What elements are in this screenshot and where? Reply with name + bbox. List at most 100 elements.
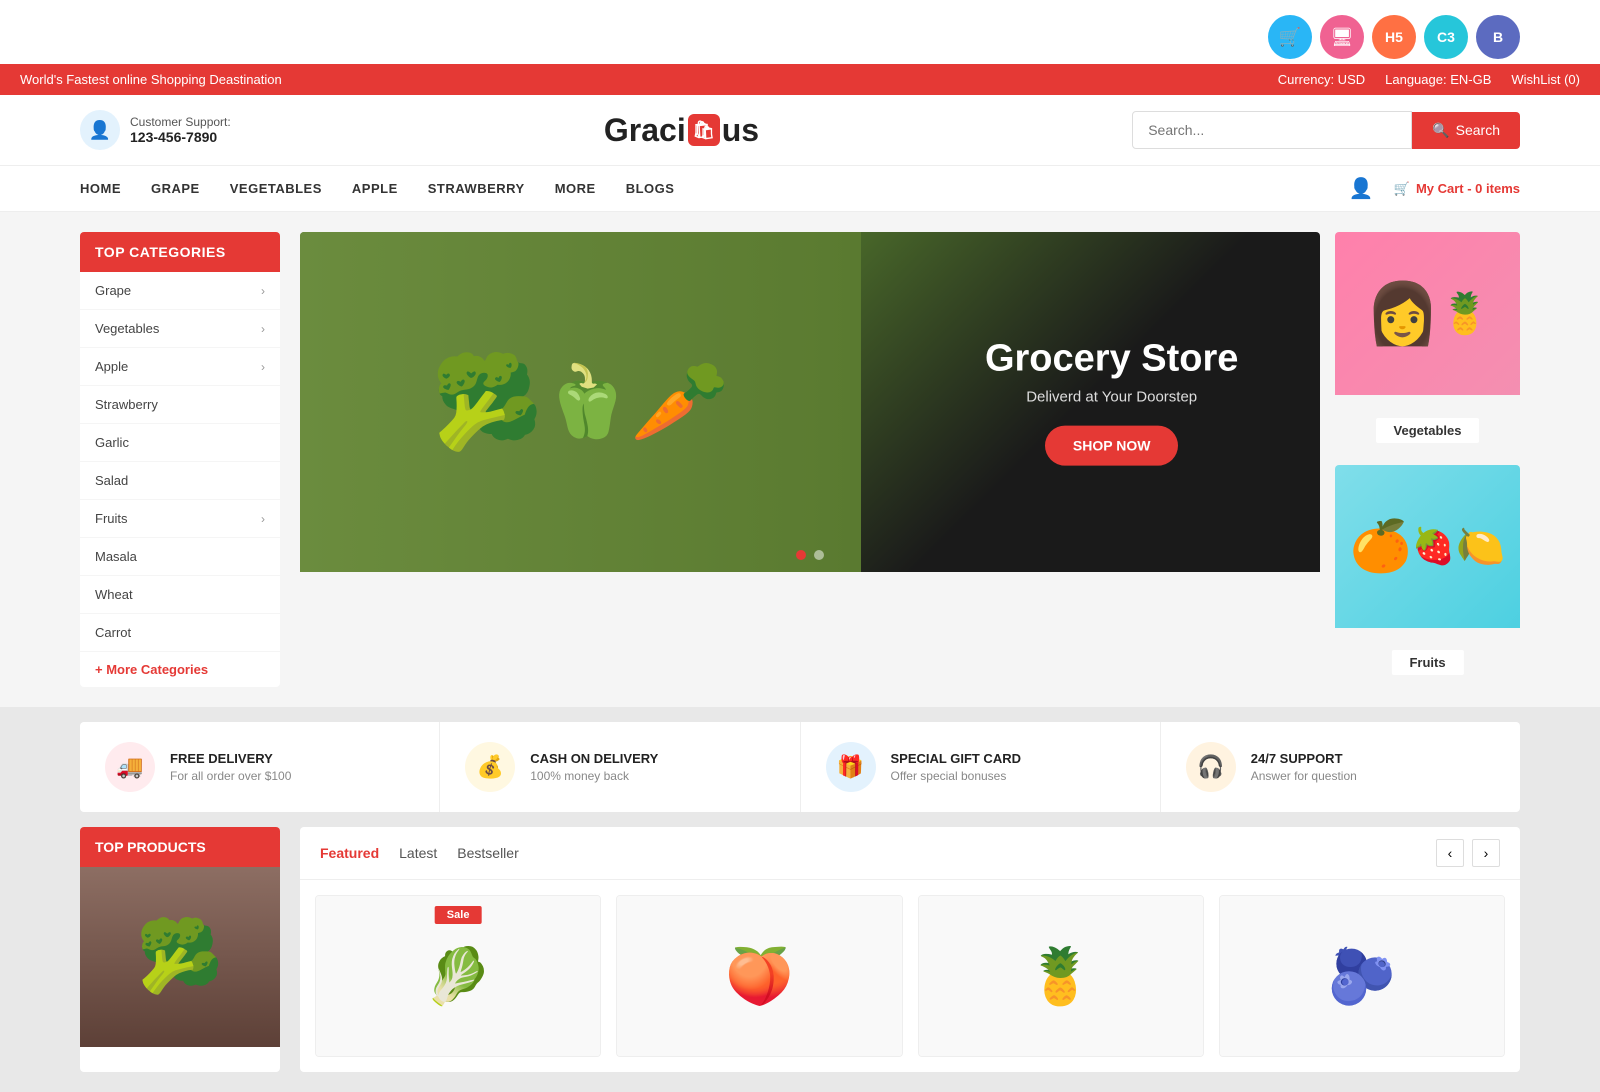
sidebar-item-masala[interactable]: Masala bbox=[80, 538, 280, 576]
feature-desc: 100% money back bbox=[530, 769, 658, 783]
sidebar-item-vegetables[interactable]: Vegetables › bbox=[80, 310, 280, 348]
feature-gift-card: 🎁 SPECIAL GIFT CARD Offer special bonuse… bbox=[801, 722, 1161, 812]
feature-desc: Offer special bonuses bbox=[891, 769, 1022, 783]
nav-home[interactable]: HOME bbox=[80, 166, 121, 211]
gift-card-icon: 🎁 bbox=[826, 742, 876, 792]
hero-text-area: Grocery Store Deliverd at Your Doorstep … bbox=[985, 339, 1238, 466]
sidebar-item-salad[interactable]: Salad bbox=[80, 462, 280, 500]
sidebar-item-fruits[interactable]: Fruits › bbox=[80, 500, 280, 538]
cash-delivery-icon: 💰 bbox=[465, 742, 515, 792]
product-card-1[interactable]: Sale 🥬 bbox=[315, 895, 601, 1057]
support-icon: 👤 bbox=[80, 110, 120, 150]
more-categories-label: + More Categories bbox=[95, 662, 208, 677]
cart-label: My Cart - 0 items bbox=[1416, 181, 1520, 196]
products-tabs-bar: Featured Latest Bestseller ‹ › bbox=[300, 827, 1520, 880]
search-bar: 🔍 Search bbox=[1132, 111, 1520, 149]
feature-title: CASH ON DELIVERY bbox=[530, 751, 658, 766]
support-feature-icon: 🎧 bbox=[1186, 742, 1236, 792]
product-card-2[interactable]: 🍑 bbox=[616, 895, 902, 1057]
side-banner-vegetables[interactable]: 👩 🍍 Vegetables bbox=[1335, 232, 1520, 455]
top-bar-right: Currency: USD Language: EN-GB WishList (… bbox=[1278, 72, 1580, 87]
more-categories-link[interactable]: + More Categories bbox=[80, 652, 280, 687]
product-card-3[interactable]: 🍍 bbox=[918, 895, 1204, 1057]
sidebar-item-label: Carrot bbox=[95, 625, 131, 640]
nav-vegetables[interactable]: VEGETABLES bbox=[230, 166, 322, 211]
feature-text: FREE DELIVERY For all order over $100 bbox=[170, 751, 291, 783]
support-label: Customer Support: bbox=[130, 115, 231, 129]
feature-title: 24/7 SUPPORT bbox=[1251, 751, 1357, 766]
nav-apple[interactable]: APPLE bbox=[352, 166, 398, 211]
tab-next-button[interactable]: › bbox=[1472, 839, 1500, 867]
icon-cart-circle[interactable]: 🛒 bbox=[1268, 15, 1312, 59]
sidebar-item-label: Apple bbox=[95, 359, 128, 374]
cart-icon: 🛒 bbox=[1394, 181, 1410, 197]
side-banner-vegetables-label: Vegetables bbox=[1376, 418, 1480, 443]
search-button-label: Search bbox=[1456, 122, 1500, 138]
product-image-4: 🫐 bbox=[1220, 896, 1504, 1056]
sidebar-item-grape[interactable]: Grape › bbox=[80, 272, 280, 310]
feature-desc: For all order over $100 bbox=[170, 769, 291, 783]
sidebar-item-garlic[interactable]: Garlic bbox=[80, 424, 280, 462]
user-account-icon[interactable]: 👤 bbox=[1349, 176, 1374, 201]
site-logo[interactable]: Graci 🛍 us bbox=[604, 112, 759, 149]
features-bar: 🚚 FREE DELIVERY For all order over $100 … bbox=[80, 722, 1520, 812]
icon-html-circle[interactable]: H5 bbox=[1372, 15, 1416, 59]
icon-css-circle[interactable]: C3 bbox=[1424, 15, 1468, 59]
tab-latest[interactable]: Latest bbox=[399, 845, 437, 861]
tab-featured[interactable]: Featured bbox=[320, 845, 379, 861]
tab-bestseller[interactable]: Bestseller bbox=[457, 845, 518, 861]
sidebar-item-wheat[interactable]: Wheat bbox=[80, 576, 280, 614]
top-products-sidebar: TOP PRODUCTS 🥦 bbox=[80, 827, 280, 1072]
feature-text: 24/7 SUPPORT Answer for question bbox=[1251, 751, 1357, 783]
icon-monitor-circle[interactable]: 🖥 bbox=[1320, 15, 1364, 59]
sidebar-item-apple[interactable]: Apple › bbox=[80, 348, 280, 386]
search-button[interactable]: 🔍 Search bbox=[1412, 112, 1520, 149]
logo-name-start: Graci bbox=[604, 112, 686, 149]
feature-free-delivery: 🚚 FREE DELIVERY For all order over $100 bbox=[80, 722, 440, 812]
feature-cash-delivery: 💰 CASH ON DELIVERY 100% money back bbox=[440, 722, 800, 812]
icon-bootstrap-circle[interactable]: B bbox=[1476, 15, 1520, 59]
sidebar-item-strawberry[interactable]: Strawberry bbox=[80, 386, 280, 424]
products-grid: Sale 🥬 🍑 🍍 🫐 bbox=[300, 880, 1520, 1072]
cart-button[interactable]: 🛒 My Cart - 0 items bbox=[1394, 181, 1520, 197]
wishlist-link[interactable]: WishList (0) bbox=[1511, 72, 1580, 87]
nav-right: 👤 🛒 My Cart - 0 items bbox=[1349, 176, 1520, 201]
sale-badge: Sale bbox=[435, 906, 482, 924]
sidebar-item-label: Salad bbox=[95, 473, 128, 488]
hero-subtitle: Deliverd at Your Doorstep bbox=[985, 388, 1238, 405]
search-input[interactable] bbox=[1132, 111, 1412, 149]
nav-strawberry[interactable]: STRAWBERRY bbox=[428, 166, 525, 211]
support-number: 123-456-7890 bbox=[130, 129, 231, 145]
arrow-icon: › bbox=[261, 360, 265, 374]
hero-background: 🥦 🫑 🥕 Grocery Store Deliverd at Your Doo… bbox=[300, 232, 1320, 572]
top-products-title: TOP PRODUCTS bbox=[80, 827, 280, 867]
sidebar-item-label: Grape bbox=[95, 283, 131, 298]
main-nav: HOME GRAPE VEGETABLES APPLE STRAWBERRY M… bbox=[0, 166, 1600, 212]
sidebar-item-carrot[interactable]: Carrot bbox=[80, 614, 280, 652]
side-banner-fruits-label: Fruits bbox=[1391, 650, 1463, 675]
language-selector[interactable]: Language: EN-GB bbox=[1385, 72, 1491, 87]
sidebar-item-label: Garlic bbox=[95, 435, 129, 450]
side-banner-fruits[interactable]: 🍊 🍓 🍋 Fruits bbox=[1335, 465, 1520, 688]
customer-support: 👤 Customer Support: 123-456-7890 bbox=[80, 110, 231, 150]
carousel-dot-1[interactable] bbox=[796, 550, 806, 560]
product-card-4[interactable]: 🫐 bbox=[1219, 895, 1505, 1057]
nav-grape[interactable]: GRAPE bbox=[151, 166, 200, 211]
nav-links: HOME GRAPE VEGETABLES APPLE STRAWBERRY M… bbox=[80, 166, 674, 211]
tab-prev-button[interactable]: ‹ bbox=[1436, 839, 1464, 867]
feature-desc: Answer for question bbox=[1251, 769, 1357, 783]
product-image-2: 🍑 bbox=[617, 896, 901, 1056]
nav-more[interactable]: MORE bbox=[555, 166, 596, 211]
shop-now-button[interactable]: SHOP NOW bbox=[1045, 425, 1179, 465]
hero-banner: 🥦 🫑 🥕 Grocery Store Deliverd at Your Doo… bbox=[300, 232, 1320, 687]
sidebar-item-label: Masala bbox=[95, 549, 137, 564]
feature-support: 🎧 24/7 SUPPORT Answer for question bbox=[1161, 722, 1520, 812]
sidebar-title: TOP CATEGORIES bbox=[80, 232, 280, 272]
carousel-dot-2[interactable] bbox=[814, 550, 824, 560]
main-content: TOP CATEGORIES Grape › Vegetables › Appl… bbox=[0, 212, 1600, 707]
nav-blogs[interactable]: BLOGS bbox=[626, 166, 675, 211]
announcement-bar: World's Fastest online Shopping Deastina… bbox=[0, 64, 1600, 95]
feature-title: SPECIAL GIFT CARD bbox=[891, 751, 1022, 766]
currency-selector[interactable]: Currency: USD bbox=[1278, 72, 1365, 87]
logo-name-end: us bbox=[722, 112, 759, 149]
